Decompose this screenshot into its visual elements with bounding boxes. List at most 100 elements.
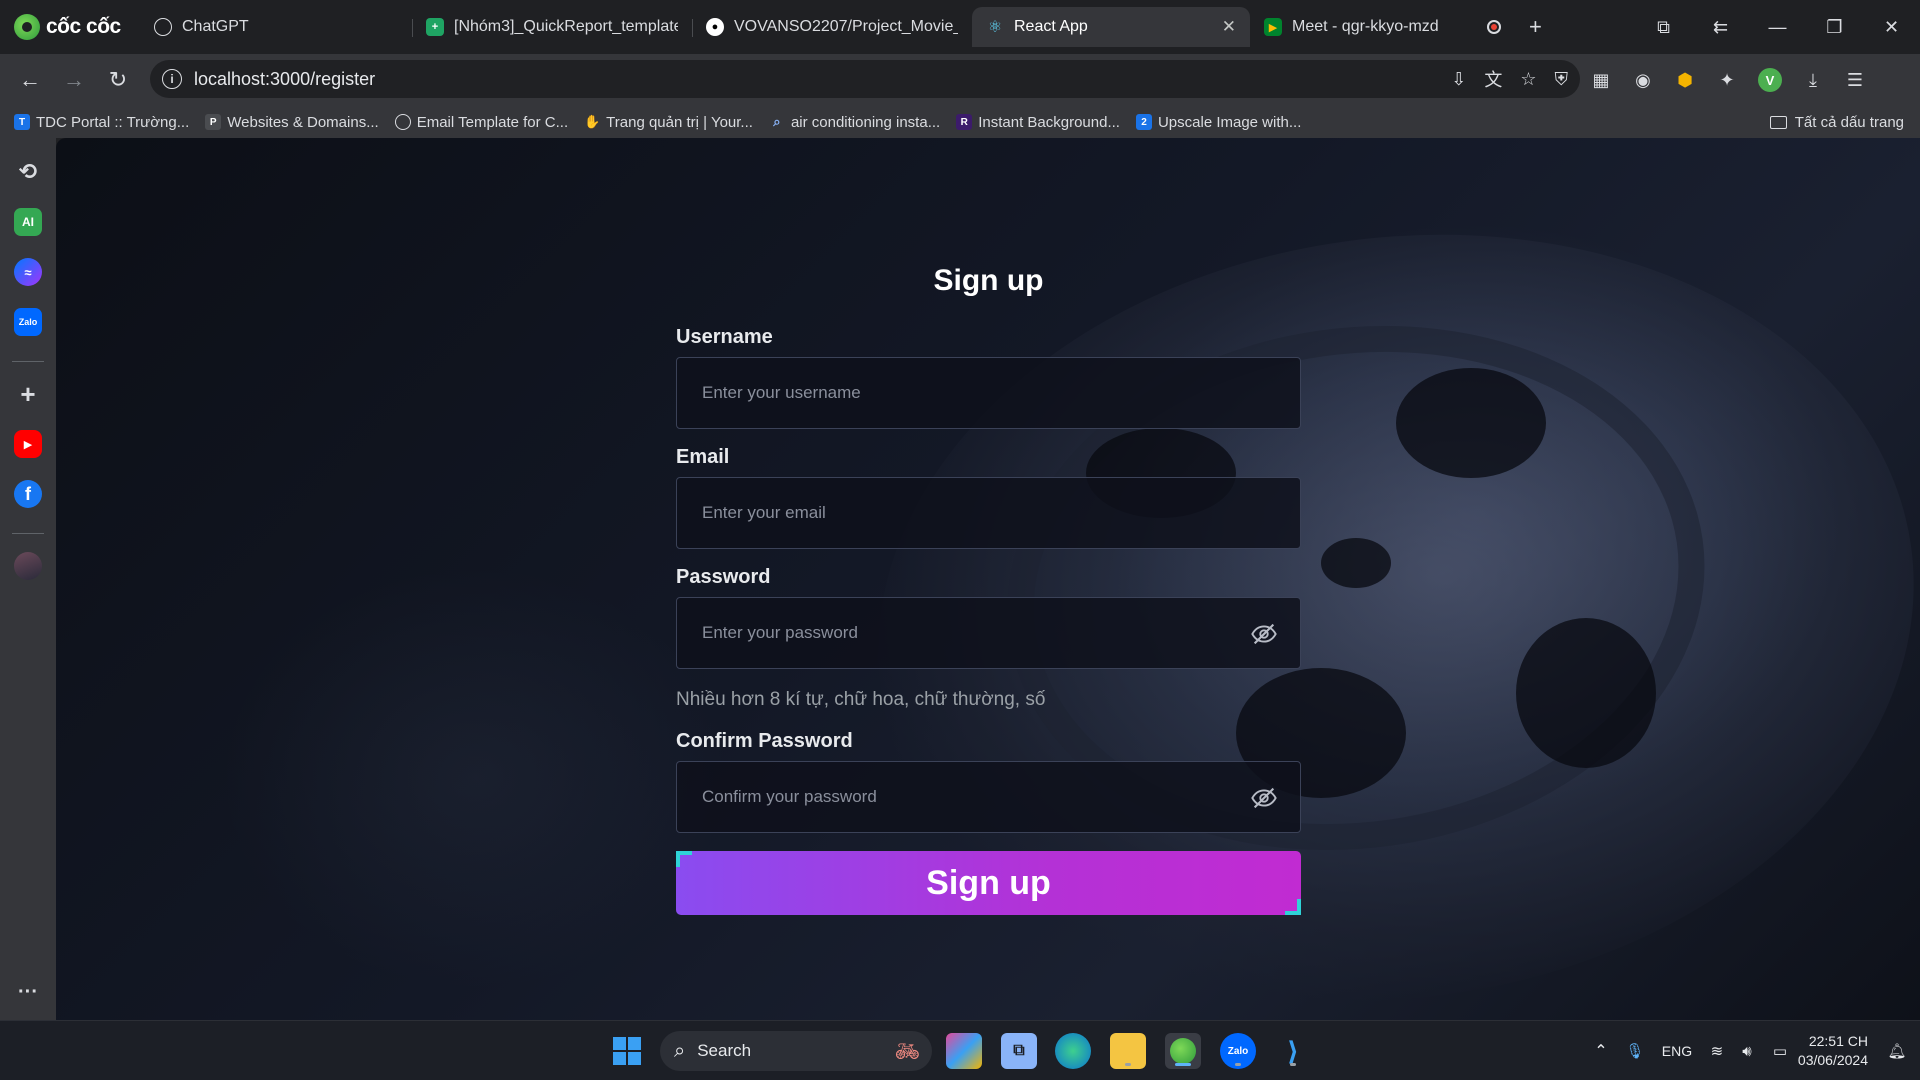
browser-toolbar: ← → ↻ i localhost:3000/register ⇩ 文 ☆ ⛨ …	[0, 54, 1920, 106]
tab-strip: cốc cốc ChatGPT + [Nhóm3]_QuickReport_te…	[0, 0, 1920, 54]
confirm-password-field[interactable]	[676, 761, 1301, 833]
language-indicator[interactable]: ENG	[1652, 1043, 1702, 1059]
hand-icon: ✋	[584, 114, 601, 129]
edge-icon[interactable]	[1055, 1033, 1091, 1069]
window-controls: ⧉ ⇇ — ❐ ✕	[1635, 0, 1920, 54]
profile-avatar[interactable]: V	[1758, 68, 1782, 92]
email-input[interactable]	[702, 503, 1222, 523]
file-explorer-icon[interactable]	[1110, 1033, 1146, 1069]
username-field[interactable]	[676, 357, 1301, 429]
install-app-icon[interactable]: ⇩	[1451, 69, 1466, 90]
start-button[interactable]	[609, 1033, 645, 1069]
minimize-icon[interactable]: —	[1749, 17, 1806, 38]
tab-chatgpt[interactable]: ChatGPT	[140, 7, 412, 47]
youtube-icon[interactable]: ▶	[14, 430, 42, 458]
site-info-icon[interactable]: i	[162, 69, 182, 89]
bookmark-label: Upscale Image with...	[1157, 113, 1302, 131]
snipping-tool-icon[interactable]: ⧉	[1001, 1033, 1037, 1069]
notification-bell-icon[interactable]: 🔔︎	[1882, 1042, 1912, 1060]
bookmark-item[interactable]: T TDC Portal :: Trường...	[14, 114, 189, 131]
coccoc-taskbar-icon[interactable]	[1165, 1033, 1201, 1069]
eye-off-icon[interactable]	[1250, 620, 1278, 648]
zalo-icon[interactable]: Zalo	[14, 308, 42, 336]
clock-date: 03/06/2024	[1797, 1052, 1868, 1068]
restore-icon[interactable]: ❐	[1806, 17, 1863, 38]
tab-quickreport[interactable]: + [Nhóm3]_QuickReport_template	[412, 7, 692, 47]
password-field[interactable]	[676, 597, 1301, 669]
confirm-password-label: Confirm Password	[676, 730, 853, 752]
extensions-puzzle-icon[interactable]: ✦	[1716, 70, 1738, 91]
browser-sidebar: ⟲ AI ≈ Zalo + ▶ f ···	[0, 138, 56, 1020]
bookmark-label: Instant Background...	[978, 113, 1120, 131]
running-indicator	[1290, 1063, 1296, 1066]
folder-icon	[1769, 115, 1787, 129]
bookmark-star-icon[interactable]: ☆	[1520, 69, 1536, 90]
windows-taskbar: ⌕ Search 🚲︎ ⧉ Zalo ⟩ ⌃ 🎙︎ ENG ≋ 🔊︎ ▭ 22:…	[0, 1020, 1920, 1080]
new-tab-icon[interactable]: +	[1529, 14, 1542, 40]
volume-icon[interactable]: 🔊︎	[1732, 1043, 1762, 1060]
shield-icon[interactable]: ⛨	[1555, 69, 1569, 90]
wifi-icon[interactable]: ≋	[1702, 1042, 1732, 1060]
back-arrow-icon[interactable]: ←	[8, 67, 52, 93]
system-tray: ⌃ 🎙︎ ENG ≋ 🔊︎ ▭ 22:51 CH 03/06/2024 🔔︎	[1584, 1021, 1920, 1080]
close-window-icon[interactable]: ✕	[1863, 17, 1920, 38]
menu-icon[interactable]: ☰	[1844, 70, 1866, 91]
more-options-icon[interactable]: ···	[14, 978, 42, 1006]
confirm-password-input[interactable]	[702, 787, 1222, 807]
tab-search-icon[interactable]: ⧉	[1635, 17, 1692, 38]
vscode-icon[interactable]: ⟩	[1275, 1033, 1311, 1069]
username-input[interactable]	[702, 383, 1222, 403]
profile-photo-icon[interactable]	[14, 552, 42, 580]
chevron-up-icon[interactable]: ⌃	[1584, 1041, 1618, 1061]
running-indicator	[1125, 1063, 1131, 1066]
reload-icon[interactable]: ↻	[96, 67, 140, 93]
microphone-icon[interactable]: 🎙︎	[1618, 1042, 1652, 1060]
password-input[interactable]	[702, 623, 1222, 643]
facebook-icon[interactable]: f	[14, 480, 42, 508]
download-icon[interactable]: ⤓	[1802, 70, 1824, 91]
battery-icon[interactable]: ▭	[1762, 1042, 1798, 1060]
bookmark-item[interactable]: ✋ Trang quản trị | Your...	[584, 114, 753, 131]
translate-icon[interactable]: 文	[1484, 66, 1502, 92]
qr-code-icon[interactable]: ▦	[1590, 70, 1612, 91]
camera-icon[interactable]: ◉	[1632, 70, 1654, 91]
url-text[interactable]: localhost:3000/register	[194, 69, 375, 90]
forward-arrow-icon[interactable]: →	[52, 67, 96, 93]
back-history-icon[interactable]: ⇇	[1692, 17, 1749, 38]
email-label: Email	[676, 446, 730, 468]
bookmark-item[interactable]: R Instant Background...	[956, 114, 1120, 131]
github-icon: ●	[706, 18, 724, 36]
email-field[interactable]	[676, 477, 1301, 549]
browser-brand[interactable]: cốc cốc	[0, 14, 140, 40]
clock[interactable]: 22:51 CH 03/06/2024	[1798, 1032, 1868, 1070]
bookmark-item[interactable]: ⌕ air conditioning insta...	[769, 114, 940, 131]
tab-meet[interactable]: ▶ Meet - qgr-kkyo-mzd	[1250, 7, 1515, 47]
savior-icon[interactable]: ⬢	[1674, 70, 1696, 91]
sheets-icon: +	[426, 18, 444, 36]
copilot-icon[interactable]	[946, 1033, 982, 1069]
running-indicator	[1235, 1063, 1241, 1066]
close-tab-icon[interactable]: ✕	[1222, 17, 1236, 37]
taskbar-search-label: Search	[697, 1041, 752, 1060]
bookmark-label: Trang quản trị | Your...	[606, 113, 753, 131]
tab-github[interactable]: ● VOVANSO2207/Project_Movie_	[692, 7, 972, 47]
address-bar[interactable]: i localhost:3000/register ⇩ 文 ☆ ⛨	[150, 60, 1580, 98]
ai-chat-icon[interactable]: AI	[14, 208, 42, 236]
all-bookmarks[interactable]: Tất cả dấu trang	[1769, 106, 1904, 138]
upscale-icon: 2	[1135, 114, 1152, 130]
messenger-icon[interactable]: ≈	[14, 258, 42, 286]
tdc-icon: T	[14, 114, 30, 130]
add-app-icon[interactable]: +	[14, 379, 42, 409]
tab-react-app[interactable]: ⚛ React App ✕	[972, 7, 1250, 47]
film-reel-hub	[1321, 538, 1391, 588]
eye-off-icon[interactable]	[1250, 784, 1278, 812]
signup-button[interactable]: Sign up	[676, 851, 1301, 915]
password-hint: Nhiều hơn 8 kí tự, chữ hoa, chữ thường, …	[676, 689, 1046, 710]
bookmark-item[interactable]: 2 Upscale Image with...	[1135, 113, 1302, 131]
history-icon[interactable]: ⟲	[14, 158, 42, 186]
taskbar-search[interactable]: ⌕ Search 🚲︎	[660, 1031, 932, 1071]
bookmark-item[interactable]: P Websites & Domains...	[205, 114, 379, 131]
bookmark-item[interactable]: Email Template for C...	[394, 114, 568, 131]
browser-brand-name: cốc cốc	[46, 15, 121, 38]
zalo-icon[interactable]: Zalo	[1220, 1033, 1256, 1069]
